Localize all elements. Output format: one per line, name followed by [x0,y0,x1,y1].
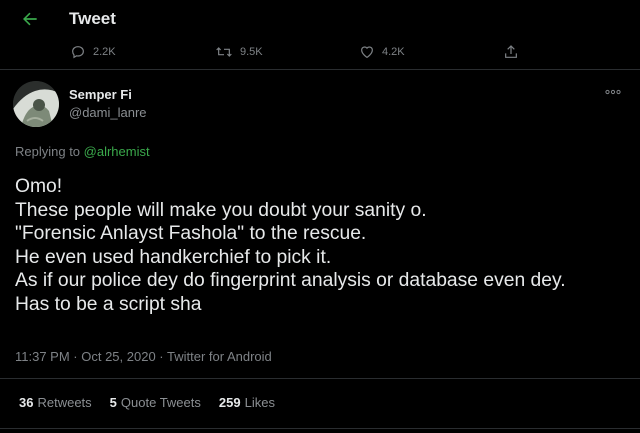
quote-tweets-stat[interactable]: 5 Quote Tweets [110,395,201,410]
tweet-line: As if our police dey do fingerprint anal… [15,270,566,291]
like-button[interactable]: 4.2K [359,44,405,60]
quote-tweets-label: Quote Tweets [120,395,201,410]
divider [0,428,640,429]
share-button[interactable] [503,44,519,60]
like-icon [361,46,373,59]
likes-count: 259 [218,395,241,410]
likes-stat[interactable]: 259 Likes [219,395,275,410]
avatar-image [13,81,59,127]
reply-count: 2.2K [93,46,116,58]
tweet-timestamp[interactable]: 11:37 PM · Oct 25, 2020 · Twitter for An… [15,349,272,364]
engagement-stats: 36 Retweets 5 Quote Tweets 259 Likes [19,395,275,410]
like-count: 4.2K [382,46,405,58]
reply-button[interactable]: 2.2K [70,44,116,60]
tweet-line: He even used handkerchief to pick it. [15,246,332,268]
retweets-count: 36 [19,395,34,410]
retweet-button[interactable]: 9.5K [215,44,263,60]
parent-tweet-actions: 2.2K 9.5K 4.2K [0,38,640,70]
top-bar: Tweet [0,0,640,38]
likes-label: Likes [244,395,275,410]
more-icon [605,89,621,95]
avatar[interactable] [13,81,59,127]
back-button[interactable] [18,7,42,31]
tweet-text: Omo! These people will make you doubt yo… [15,175,635,316]
back-arrow-icon [23,12,37,26]
tweet-line: These people will make you doubt your sa… [15,199,427,221]
page-title: Tweet [69,9,116,28]
retweets-label: Retweets [37,395,92,410]
quote-tweets-count: 5 [109,395,117,410]
tweet-line: "Forensic Anlayst Fashola" to the rescue… [15,223,367,244]
display-name[interactable]: Semper Fi [69,87,132,102]
retweet-icon [216,47,232,57]
more-options-button[interactable] [603,86,623,98]
divider [0,378,640,379]
replying-to: Replying to @alrhemist [15,144,150,159]
retweets-stat[interactable]: 36 Retweets [19,395,92,410]
reply-icon [72,46,84,59]
replying-to-label: Replying to [15,144,84,159]
tweet-line: Omo! [15,176,63,197]
retweet-count: 9.5K [240,46,263,58]
share-icon [505,45,517,58]
tweet-line: Has to be a script sha [15,293,202,315]
user-handle[interactable]: @dami_lanre [69,105,147,120]
replying-to-link[interactable]: @alrhemist [84,144,150,159]
